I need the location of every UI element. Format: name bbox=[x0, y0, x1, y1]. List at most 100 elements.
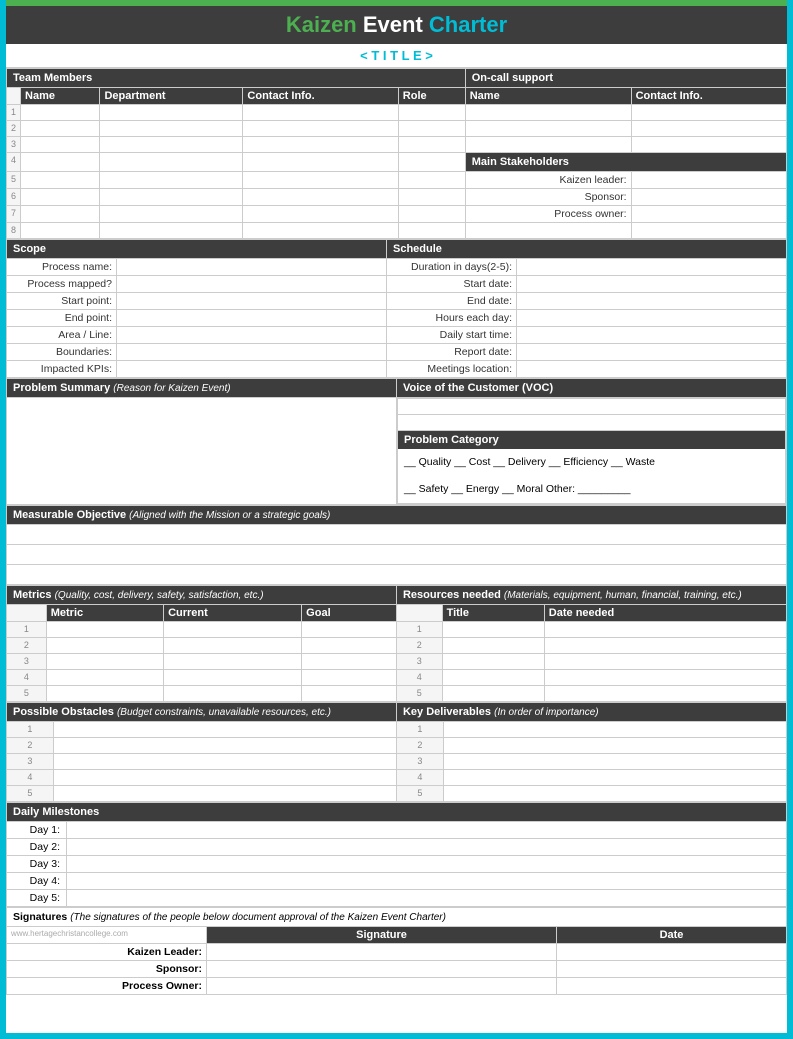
tm-dept-4[interactable] bbox=[100, 153, 243, 172]
tm-role-4[interactable] bbox=[398, 153, 465, 172]
scope-boundaries-val[interactable] bbox=[117, 344, 387, 361]
tm-role-3[interactable] bbox=[398, 137, 465, 153]
metric-goal-3[interactable] bbox=[302, 653, 397, 669]
tm-role-8[interactable] bbox=[398, 223, 465, 239]
oc-name-2[interactable] bbox=[465, 121, 631, 137]
tm-role-6[interactable] bbox=[398, 189, 465, 206]
problem-summary-val[interactable] bbox=[7, 398, 397, 505]
tm-contact-6[interactable] bbox=[243, 189, 398, 206]
tm-role-7[interactable] bbox=[398, 206, 465, 223]
resource-date-4[interactable] bbox=[544, 669, 786, 685]
tm-contact-5[interactable] bbox=[243, 172, 398, 189]
resource-title-4[interactable] bbox=[442, 669, 544, 685]
deliverable-5[interactable] bbox=[443, 785, 786, 801]
day5-val[interactable] bbox=[67, 889, 787, 906]
tm-dept-1[interactable] bbox=[100, 105, 243, 121]
sched-report-val[interactable] bbox=[517, 344, 787, 361]
obstacle-4[interactable] bbox=[53, 769, 396, 785]
resource-date-1[interactable] bbox=[544, 621, 786, 637]
metric-goal-2[interactable] bbox=[302, 637, 397, 653]
metric-4[interactable] bbox=[46, 669, 163, 685]
resource-title-1[interactable] bbox=[442, 621, 544, 637]
tm-dept-8[interactable] bbox=[100, 223, 243, 239]
measurable-val-3[interactable] bbox=[7, 564, 787, 584]
obstacle-1[interactable] bbox=[53, 721, 396, 737]
sig-kaizen-val[interactable] bbox=[207, 943, 557, 960]
resource-date-2[interactable] bbox=[544, 637, 786, 653]
voc-line1[interactable] bbox=[398, 399, 786, 415]
tm-contact-4[interactable] bbox=[243, 153, 398, 172]
deliverable-2[interactable] bbox=[443, 737, 786, 753]
metric-goal-5[interactable] bbox=[302, 685, 397, 701]
sched-duration-val[interactable] bbox=[517, 259, 787, 276]
tm-name-8[interactable] bbox=[21, 223, 100, 239]
tm-contact-3[interactable] bbox=[243, 137, 398, 153]
oc-contact-2[interactable] bbox=[631, 121, 786, 137]
day1-val[interactable] bbox=[67, 821, 787, 838]
oc-name-1[interactable] bbox=[465, 105, 631, 121]
metric-3[interactable] bbox=[46, 653, 163, 669]
scope-area-val[interactable] bbox=[117, 327, 387, 344]
tm-contact-2[interactable] bbox=[243, 121, 398, 137]
tm-role-1[interactable] bbox=[398, 105, 465, 121]
tm-role-5[interactable] bbox=[398, 172, 465, 189]
tm-name-7[interactable] bbox=[21, 206, 100, 223]
tm-name-5[interactable] bbox=[21, 172, 100, 189]
metric-current-5[interactable] bbox=[164, 685, 302, 701]
sched-hours-val[interactable] bbox=[517, 310, 787, 327]
day3-val[interactable] bbox=[67, 855, 787, 872]
sig-sponsor-val[interactable] bbox=[207, 960, 557, 977]
sched-location-val[interactable] bbox=[517, 361, 787, 378]
tm-dept-6[interactable] bbox=[100, 189, 243, 206]
metric-current-1[interactable] bbox=[164, 621, 302, 637]
obstacle-3[interactable] bbox=[53, 753, 396, 769]
scope-end-val[interactable] bbox=[117, 310, 387, 327]
deliverable-1[interactable] bbox=[443, 721, 786, 737]
stakeholder-extra1[interactable] bbox=[465, 223, 631, 239]
oc-name-3[interactable] bbox=[465, 137, 631, 153]
oc-contact-3[interactable] bbox=[631, 137, 786, 153]
metric-goal-1[interactable] bbox=[302, 621, 397, 637]
metric-2[interactable] bbox=[46, 637, 163, 653]
sig-owner-date[interactable] bbox=[557, 977, 787, 994]
tm-dept-5[interactable] bbox=[100, 172, 243, 189]
metric-current-4[interactable] bbox=[164, 669, 302, 685]
tm-contact-8[interactable] bbox=[243, 223, 398, 239]
measurable-val-1[interactable] bbox=[7, 524, 787, 544]
voc-line2[interactable] bbox=[398, 415, 786, 431]
deliverable-3[interactable] bbox=[443, 753, 786, 769]
sig-owner-val[interactable] bbox=[207, 977, 557, 994]
metric-goal-4[interactable] bbox=[302, 669, 397, 685]
scope-mapped-val[interactable] bbox=[117, 276, 387, 293]
tm-name-6[interactable] bbox=[21, 189, 100, 206]
measurable-val-2[interactable] bbox=[7, 544, 787, 564]
stakeholder-extra2[interactable] bbox=[631, 223, 786, 239]
sig-sponsor-date[interactable] bbox=[557, 960, 787, 977]
sched-dailystart-val[interactable] bbox=[517, 327, 787, 344]
day2-val[interactable] bbox=[67, 838, 787, 855]
scope-process-name-val[interactable] bbox=[117, 259, 387, 276]
sig-kaizen-date[interactable] bbox=[557, 943, 787, 960]
tm-name-4[interactable] bbox=[21, 153, 100, 172]
day4-val[interactable] bbox=[67, 872, 787, 889]
scope-kpis-val[interactable] bbox=[117, 361, 387, 378]
resource-title-3[interactable] bbox=[442, 653, 544, 669]
tm-dept-3[interactable] bbox=[100, 137, 243, 153]
obstacle-2[interactable] bbox=[53, 737, 396, 753]
metric-current-2[interactable] bbox=[164, 637, 302, 653]
oc-contact-1[interactable] bbox=[631, 105, 786, 121]
obstacle-5[interactable] bbox=[53, 785, 396, 801]
tm-role-2[interactable] bbox=[398, 121, 465, 137]
sched-end-val[interactable] bbox=[517, 293, 787, 310]
sched-start-val[interactable] bbox=[517, 276, 787, 293]
resource-title-5[interactable] bbox=[442, 685, 544, 701]
resource-title-2[interactable] bbox=[442, 637, 544, 653]
metric-current-3[interactable] bbox=[164, 653, 302, 669]
metric-5[interactable] bbox=[46, 685, 163, 701]
tm-dept-7[interactable] bbox=[100, 206, 243, 223]
tm-name-2[interactable] bbox=[21, 121, 100, 137]
tm-contact-1[interactable] bbox=[243, 105, 398, 121]
metric-1[interactable] bbox=[46, 621, 163, 637]
stakeholder-kaizen-val[interactable] bbox=[631, 172, 786, 189]
tm-dept-2[interactable] bbox=[100, 121, 243, 137]
